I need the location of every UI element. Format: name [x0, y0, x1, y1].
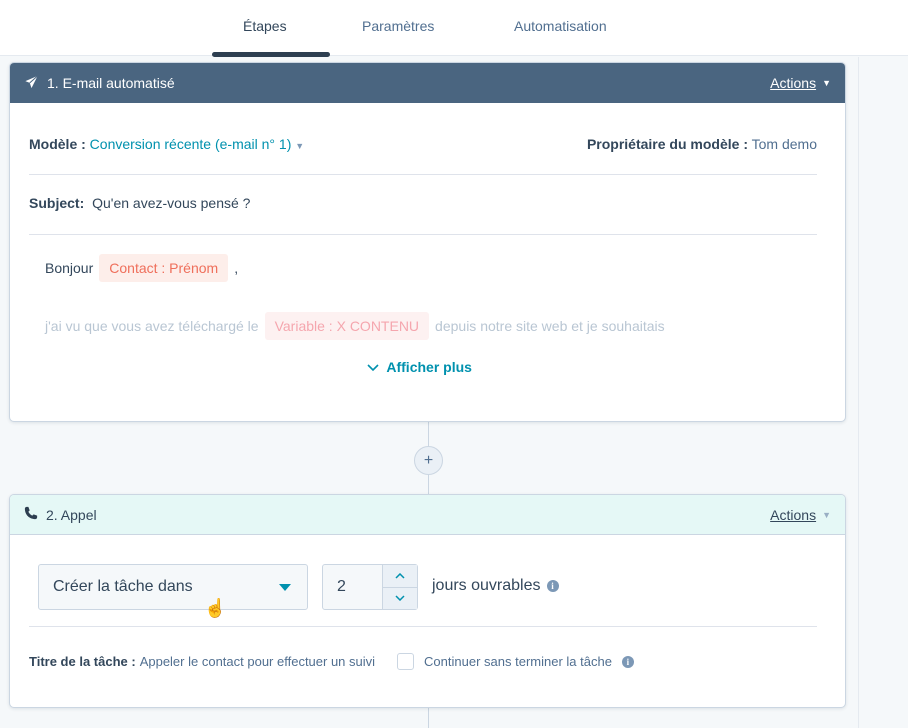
body-line-1: Bonjour Contact : Prénom ,	[45, 254, 833, 282]
task-title-value: Appeler le contact pour effectuer un sui…	[139, 654, 376, 669]
add-step-button[interactable]: +	[414, 446, 443, 475]
create-task-select[interactable]: Créer la tâche dans	[38, 564, 308, 610]
step-header: 2. Appel Actions ▼	[10, 495, 845, 535]
select-value: Créer la tâche dans	[53, 578, 193, 595]
owner-label: Propriétaire du modèle :	[586, 136, 748, 152]
divider	[29, 174, 817, 175]
template-row: Modèle : Conversion récente (e-mail n° 1…	[29, 136, 817, 152]
continue-checkbox-row: Continuer sans terminer la tâche i	[397, 653, 634, 670]
chevron-up-icon	[395, 572, 405, 579]
continue-checkbox[interactable]	[397, 653, 415, 670]
continue-checkbox-label[interactable]: Continuer sans terminer la tâche	[424, 654, 612, 669]
task-title-row: Titre de la tâche : Appeler le contact p…	[29, 653, 817, 670]
greeting-text: Bonjour	[45, 260, 94, 276]
active-tab-indicator	[212, 52, 330, 57]
connector-line	[428, 708, 429, 728]
decrement-button[interactable]	[383, 587, 417, 609]
days-label: jours ouvrables	[432, 577, 541, 594]
info-icon[interactable]: i	[621, 655, 634, 668]
step-title: 1. E-mail automatisé	[47, 75, 175, 91]
greeting-suffix: ,	[234, 260, 239, 276]
chevron-down-icon	[367, 359, 386, 375]
days-label-row: jours ouvrables i	[432, 577, 559, 595]
actions-menu-button[interactable]: Actions	[770, 75, 816, 91]
tab-parametres[interactable]: Paramètres	[362, 18, 434, 34]
show-more-label: Afficher plus	[386, 359, 472, 375]
body-text: j'ai vu que vous avez téléchargé le	[45, 318, 259, 334]
top-navigation: Étapes Paramètres Automatisation	[0, 0, 908, 57]
days-input[interactable]: 2	[323, 565, 383, 609]
subject-row: Subject: Qu'en avez-vous pensé ?	[29, 195, 817, 211]
caret-down-icon	[279, 583, 291, 591]
increment-button[interactable]	[383, 565, 417, 588]
subject-value: Qu'en avez-vous pensé ?	[92, 195, 251, 211]
step-header: 1. E-mail automatisé Actions ▼	[10, 63, 845, 103]
tab-bar: Étapes Paramètres Automatisation	[0, 0, 908, 57]
tab-etapes[interactable]: Étapes	[243, 18, 287, 34]
caret-down-icon: ▼	[822, 509, 831, 520]
divider	[29, 626, 817, 627]
template-select[interactable]: Conversion récente (e-mail n° 1) ▼	[90, 136, 305, 152]
personalization-token[interactable]: Contact : Prénom	[99, 254, 229, 282]
connector-line	[428, 475, 429, 494]
body-line-2: j'ai vu que vous avez téléchargé le Vari…	[45, 312, 833, 340]
right-panel-gutter	[858, 57, 908, 728]
divider	[29, 234, 817, 235]
phone-icon	[24, 506, 38, 523]
subject-label: Subject:	[29, 195, 85, 211]
step-title: 2. Appel	[46, 506, 97, 523]
tab-automatisation[interactable]: Automatisation	[514, 18, 607, 34]
info-icon[interactable]: i	[546, 580, 559, 592]
plus-icon: +	[423, 451, 434, 469]
owner-value: Tom demo	[751, 136, 817, 152]
caret-down-icon: ▼	[822, 78, 831, 88]
caret-down-icon: ▼	[295, 141, 305, 151]
show-more-button[interactable]: Afficher plus	[367, 359, 472, 375]
template-label: Modèle :	[29, 136, 86, 152]
chevron-down-icon	[395, 595, 405, 602]
hand-cursor-icon: ☝	[204, 598, 227, 618]
connector-line	[428, 422, 429, 446]
body-text: depuis notre site web et je souhaitais	[435, 318, 665, 334]
task-title-label: Titre de la tâche :	[29, 654, 136, 669]
personalization-token[interactable]: Variable : X CONTENU	[264, 312, 430, 340]
paper-plane-icon	[24, 74, 39, 92]
actions-menu-button[interactable]: Actions	[770, 507, 816, 523]
days-stepper[interactable]: 2	[322, 564, 418, 610]
